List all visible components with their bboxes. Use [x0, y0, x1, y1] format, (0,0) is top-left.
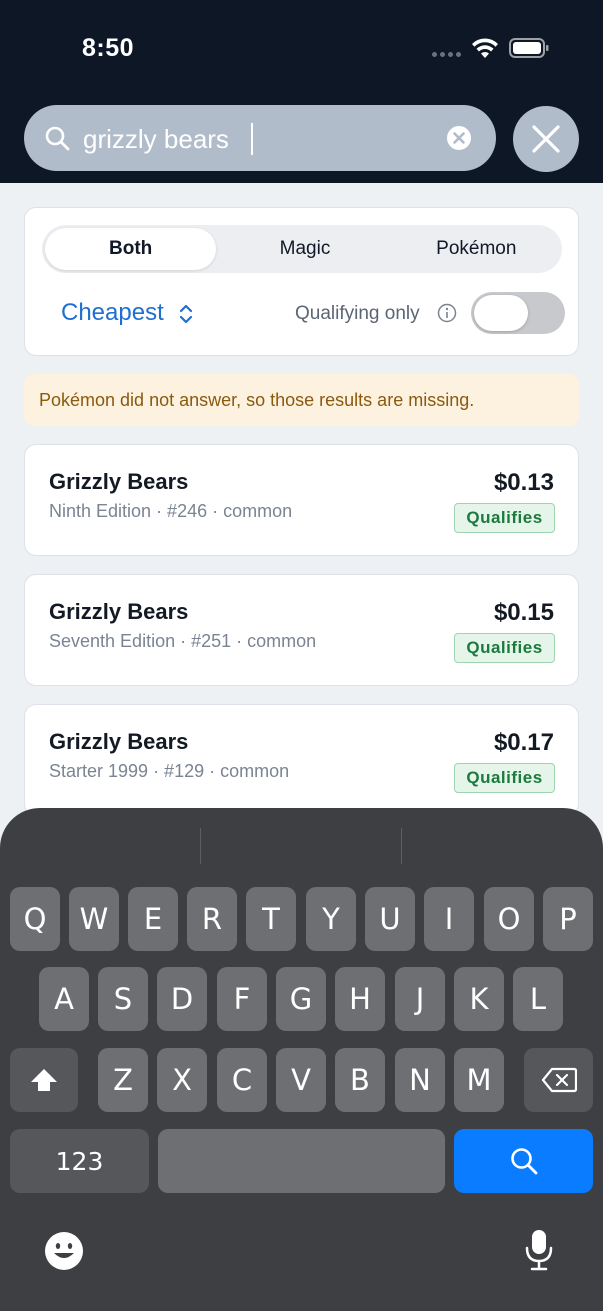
game-segmented-control: Both Magic Pokémon: [42, 225, 562, 273]
key-w[interactable]: W: [69, 887, 119, 951]
search-input[interactable]: grizzly bears: [83, 124, 229, 155]
key-i[interactable]: I: [424, 887, 474, 951]
card-price: $0.13: [493, 469, 554, 496]
space-key[interactable]: [158, 1129, 445, 1193]
result-card[interactable]: Grizzly Bears Ninth Edition · #246 · com…: [24, 444, 579, 556]
card-details: Starter 1999 · #129 · common: [49, 761, 290, 781]
text-caret: [251, 123, 253, 155]
key-l[interactable]: L: [513, 967, 563, 1031]
key-d[interactable]: D: [157, 967, 207, 1031]
backspace-key[interactable]: [524, 1048, 593, 1112]
card-name: Grizzly Bears: [49, 469, 189, 494]
warning-banner: Pokémon did not answer, so those results…: [24, 374, 579, 426]
key-q[interactable]: Q: [10, 887, 60, 951]
clear-search-icon[interactable]: [446, 125, 472, 151]
qualifies-badge: Qualifies: [454, 633, 555, 663]
shift-icon: [31, 1069, 57, 1091]
suggestion-divider: [200, 828, 201, 864]
segment-magic[interactable]: Magic: [219, 225, 390, 273]
close-search-button[interactable]: [513, 106, 579, 172]
key-f[interactable]: F: [217, 967, 267, 1031]
card-details: Ninth Edition · #246 · common: [49, 501, 293, 521]
key-k[interactable]: K: [454, 967, 504, 1031]
key-j[interactable]: J: [395, 967, 445, 1031]
result-card[interactable]: Grizzly Bears Seventh Edition · #251 · c…: [24, 574, 579, 686]
sort-button[interactable]: Cheapest: [61, 299, 164, 327]
segment-pokemon[interactable]: Pokémon: [391, 225, 562, 273]
keyboard: Q W E R T Y U I O P A S D F G H J K L Z …: [0, 808, 603, 1311]
segment-both[interactable]: Both: [45, 228, 217, 270]
key-v[interactable]: V: [276, 1048, 326, 1112]
shift-key[interactable]: [10, 1048, 78, 1112]
numbers-key[interactable]: 123: [10, 1129, 149, 1193]
qualifies-badge: Qualifies: [454, 763, 555, 793]
key-r[interactable]: R: [187, 887, 237, 951]
emoji-icon[interactable]: [43, 1230, 85, 1272]
qualifying-only-label: Qualifying only: [295, 303, 420, 324]
key-t[interactable]: T: [246, 887, 296, 951]
filter-card: Both Magic Pokémon Cheapest Qualifying o…: [24, 207, 579, 356]
microphone-icon[interactable]: [524, 1228, 554, 1272]
search-key[interactable]: [454, 1129, 593, 1193]
key-b[interactable]: B: [335, 1048, 385, 1112]
key-n[interactable]: N: [395, 1048, 445, 1112]
card-name: Grizzly Bears: [49, 599, 189, 624]
chevron-up-down-icon[interactable]: [178, 302, 194, 326]
search-icon: [45, 126, 70, 151]
qualifies-badge: Qualifies: [454, 503, 555, 533]
key-h[interactable]: H: [335, 967, 385, 1031]
key-e[interactable]: E: [128, 887, 178, 951]
key-c[interactable]: C: [217, 1048, 267, 1112]
qualifying-only-toggle[interactable]: [471, 292, 565, 334]
battery-icon: [509, 38, 549, 58]
backspace-icon: [541, 1067, 577, 1093]
key-y[interactable]: Y: [306, 887, 356, 951]
key-o[interactable]: O: [484, 887, 534, 951]
result-card[interactable]: Grizzly Bears Starter 1999 · #129 · comm…: [24, 704, 579, 816]
key-p[interactable]: P: [543, 887, 593, 951]
key-s[interactable]: S: [98, 967, 148, 1031]
status-time: 8:50: [82, 34, 135, 62]
close-icon: [532, 125, 560, 153]
key-x[interactable]: X: [157, 1048, 207, 1112]
search-field[interactable]: grizzly bears: [24, 105, 496, 171]
key-a[interactable]: A: [39, 967, 89, 1031]
search-icon: [510, 1148, 537, 1175]
signal-icon: [432, 52, 461, 57]
card-price: $0.15: [493, 599, 554, 626]
toggle-knob: [474, 295, 528, 331]
card-name: Grizzly Bears: [49, 729, 189, 754]
key-m[interactable]: M: [454, 1048, 504, 1112]
warning-text: Pokémon did not answer, so those results…: [39, 390, 475, 410]
suggestion-divider: [401, 828, 402, 864]
header: 8:50 grizzly bears: [0, 0, 603, 183]
info-icon[interactable]: [437, 303, 457, 323]
wifi-icon: [472, 38, 498, 58]
key-z[interactable]: Z: [98, 1048, 148, 1112]
key-u[interactable]: U: [365, 887, 415, 951]
card-details: Seventh Edition · #251 · common: [49, 631, 317, 651]
card-price: $0.17: [493, 729, 554, 756]
key-g[interactable]: G: [276, 967, 326, 1031]
